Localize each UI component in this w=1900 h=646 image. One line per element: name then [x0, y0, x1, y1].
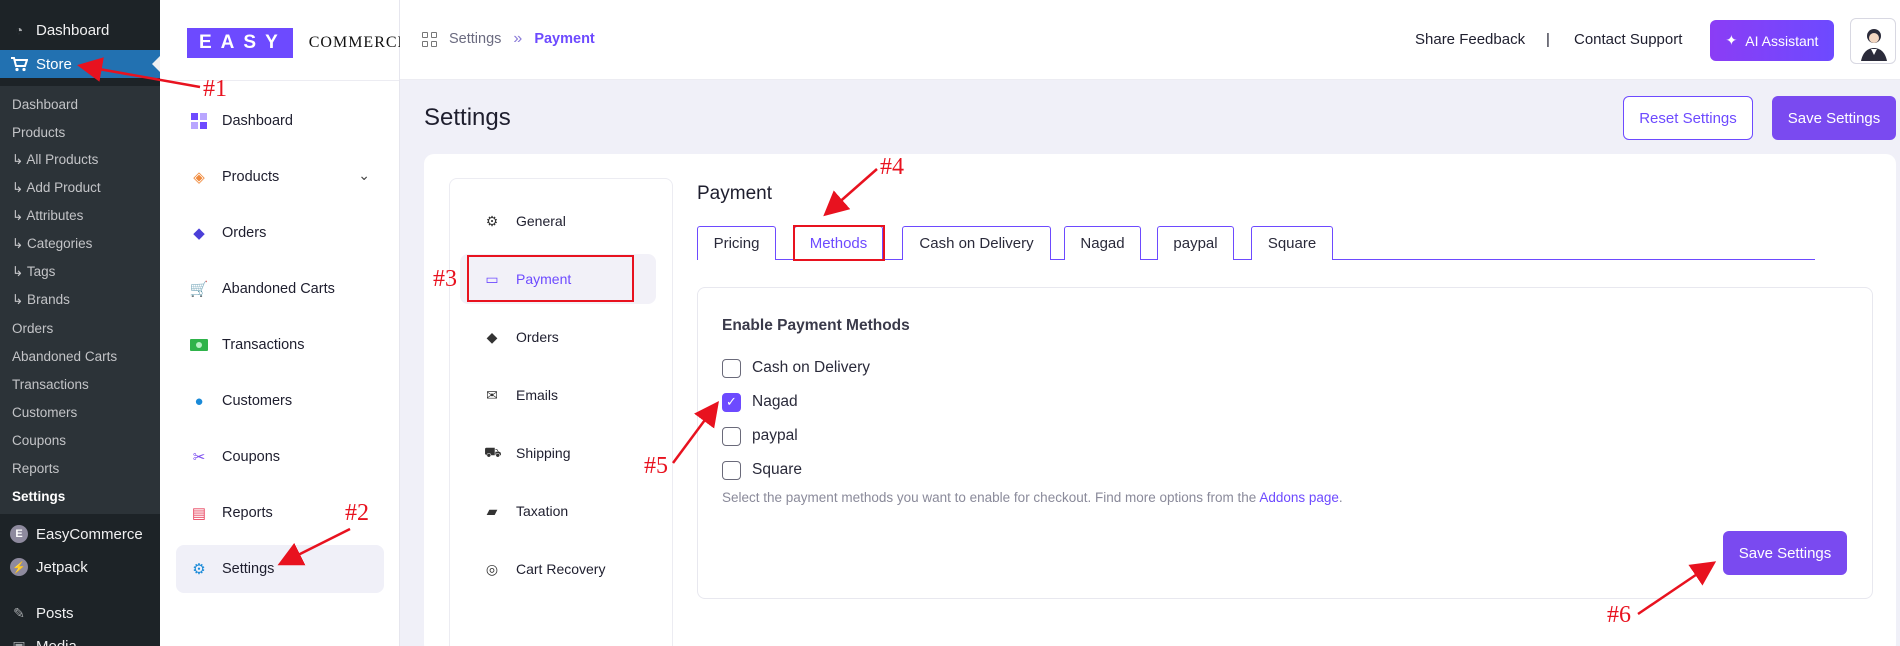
annotation-label: #1: [203, 76, 227, 102]
annotation-label: #5: [644, 453, 668, 479]
annotation-label: #2: [345, 500, 369, 526]
annotation-label: #3: [433, 266, 457, 292]
annotation-label: #4: [880, 154, 904, 180]
annotation-arrows: [77, 57, 1717, 616]
annotation-label: #6: [1607, 602, 1631, 628]
